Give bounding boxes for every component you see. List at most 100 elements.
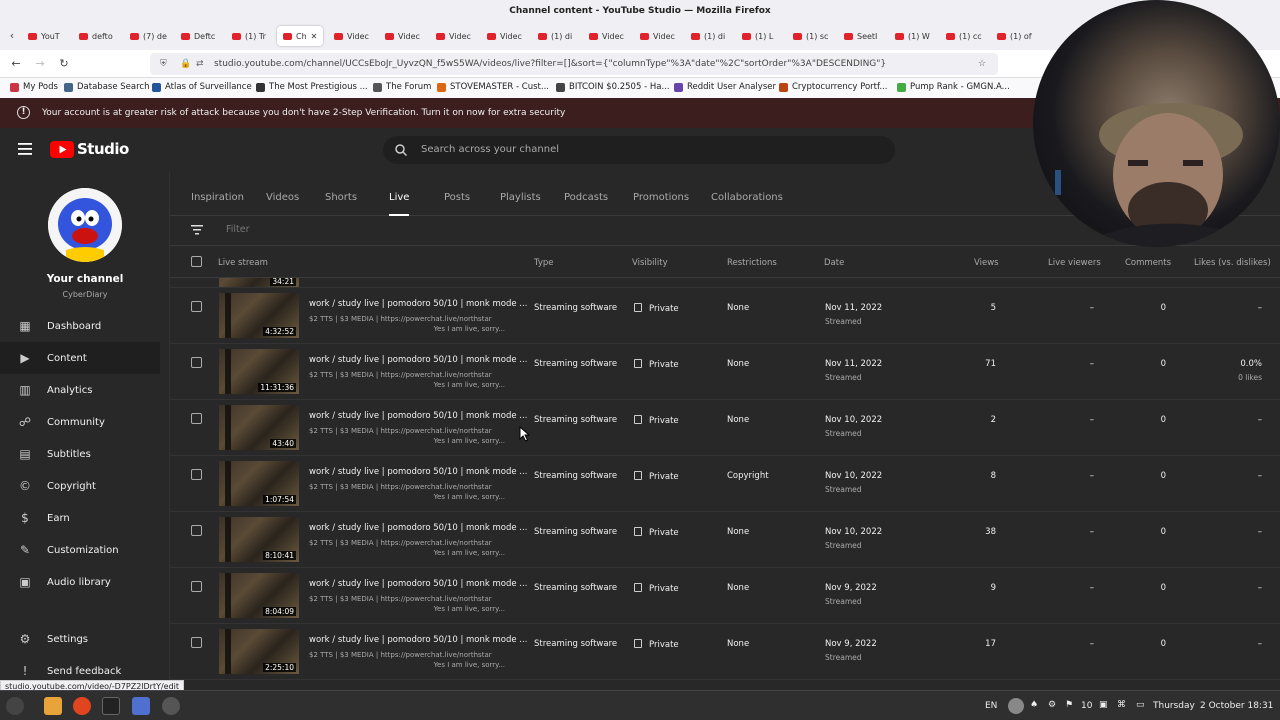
taskbar-clock[interactable]: 2 October 18:31 — [1200, 701, 1273, 711]
table-row[interactable]: 4:32:52 work / study live | pomodoro 50/1… — [170, 288, 1280, 344]
sidebar-item-copyright[interactable]: © Copyright — [0, 470, 160, 502]
col-views[interactable]: Views — [974, 258, 999, 268]
sidebar-item-customization[interactable]: ✎ Customization — [0, 534, 160, 566]
select-all-checkbox[interactable] — [191, 256, 202, 267]
tab-scroll-left-icon[interactable]: ‹ — [6, 30, 18, 42]
sidebar-item-audio-library[interactable]: ▣ Audio library — [0, 566, 160, 598]
bookmark-item[interactable]: Reddit User Analyser — [674, 82, 776, 92]
video-thumbnail[interactable]: 4:32:52 — [219, 293, 299, 338]
sidebar-item-community[interactable]: ☍ Community — [0, 406, 160, 438]
start-menu-icon[interactable] — [6, 697, 24, 715]
notification-icon[interactable]: ♠ — [1030, 700, 1038, 710]
col-type[interactable]: Type — [534, 258, 554, 268]
video-title[interactable]: work / study live | pomodoro 50/10 | mon… — [309, 411, 527, 421]
tray-app-icon[interactable] — [1008, 698, 1024, 714]
video-title[interactable]: work / study live | pomodoro 50/10 | mon… — [309, 467, 527, 477]
tab-playlists[interactable]: Playlists — [500, 172, 541, 216]
col-restrictions[interactable]: Restrictions — [727, 258, 777, 268]
browser-tab[interactable]: Videc — [634, 26, 678, 46]
visibility-cell[interactable]: Private — [634, 583, 679, 594]
table-row[interactable]: 8:04:09 work / study live | pomodoro 50/1… — [170, 568, 1280, 624]
bookmark-item[interactable]: My Pods — [10, 82, 58, 92]
col-comments[interactable]: Comments — [1125, 258, 1171, 268]
close-tab-icon[interactable]: ✕ — [311, 32, 318, 41]
forward-button[interactable]: → — [34, 58, 46, 70]
browser-tab[interactable]: Videc — [328, 26, 372, 46]
bookmark-item[interactable]: The Most Prestigious ... — [256, 82, 368, 92]
tab-live[interactable]: Live — [389, 172, 410, 216]
tab-promotions[interactable]: Promotions — [633, 172, 689, 216]
browser-tab[interactable]: (7) de — [124, 26, 168, 46]
browser-tab[interactable]: (1) sc — [787, 26, 831, 46]
row-checkbox[interactable] — [191, 413, 202, 424]
filter-input[interactable]: Filter — [226, 224, 250, 235]
battery-icon[interactable]: ▭ — [1136, 700, 1145, 710]
video-thumbnail[interactable]: 34:21 — [219, 278, 299, 287]
table-row[interactable]: 8:10:41 work / study live | pomodoro 50/1… — [170, 512, 1280, 568]
row-checkbox[interactable] — [191, 469, 202, 480]
studio-logo[interactable]: Studio — [50, 140, 129, 158]
video-title[interactable]: work / study live | pomodoro 50/10 | mon… — [309, 579, 527, 589]
video-thumbnail[interactable]: 8:10:41 — [219, 517, 299, 562]
visibility-cell[interactable]: Private — [634, 527, 679, 538]
video-title[interactable]: work / study live | pomodoro 50/10 | mon… — [309, 635, 527, 645]
browser-tab[interactable]: (1) L — [736, 26, 780, 46]
bookmark-item[interactable]: Atlas of Surveillance — [152, 82, 252, 92]
browser-tab[interactable]: Videc — [481, 26, 525, 46]
bookmark-item[interactable]: Database Search — [64, 82, 149, 92]
bookmark-star-icon[interactable]: ☆ — [978, 53, 986, 75]
channel-search-input[interactable]: Search across your channel — [383, 136, 895, 164]
bookmark-item[interactable]: Cryptocurrency Portf... — [779, 82, 887, 92]
col-likes[interactable]: Likes (vs. dislikes) — [1194, 258, 1271, 268]
visibility-cell[interactable]: Private — [634, 639, 679, 650]
browser-tab[interactable]: Ch ✕ — [277, 26, 323, 46]
sidebar-item-settings[interactable]: ⚙ Settings — [0, 623, 160, 655]
browser-tab[interactable]: YouT — [22, 26, 66, 46]
channel-avatar[interactable] — [48, 188, 122, 262]
table-row[interactable]: 43:40 work / study live | pomodoro 50/10 … — [170, 400, 1280, 456]
visibility-cell[interactable]: Private — [634, 415, 679, 426]
bookmark-item[interactable]: The Forum — [373, 82, 431, 92]
tab-collaborations[interactable]: Collaborations — [711, 172, 783, 216]
volume-level[interactable]: 10 — [1081, 701, 1092, 711]
network-icon[interactable]: ⌘ — [1117, 700, 1126, 710]
video-title[interactable]: work / study live | pomodoro 50/10 | mon… — [309, 299, 527, 309]
firefox-icon[interactable] — [73, 697, 91, 715]
browser-tab[interactable]: (1) W — [889, 26, 933, 46]
row-checkbox[interactable] — [191, 581, 202, 592]
tab-posts[interactable]: Posts — [444, 172, 470, 216]
obs-icon[interactable] — [162, 697, 180, 715]
browser-tab[interactable]: (1) Tr — [226, 26, 270, 46]
text-editor-icon[interactable] — [132, 697, 150, 715]
tray-settings-icon[interactable]: ⚙ — [1048, 700, 1056, 710]
keyboard-layout[interactable]: EN — [985, 701, 997, 711]
url-bar[interactable]: ⛨ 🔒 ⇄ studio.youtube.com/channel/UCCsEbo… — [150, 53, 998, 75]
files-icon[interactable] — [44, 697, 62, 715]
tab-inspiration[interactable]: Inspiration — [191, 172, 244, 216]
table-row[interactable]: 11:31:36 work / study live | pomodoro 50/… — [170, 344, 1280, 400]
browser-tab[interactable]: (1) of — [991, 26, 1035, 46]
table-row[interactable]: 2:25:10 work / study live | pomodoro 50/1… — [170, 624, 1280, 680]
tab-shorts[interactable]: Shorts — [325, 172, 357, 216]
browser-tab[interactable]: (1) cc — [940, 26, 984, 46]
filter-icon[interactable] — [191, 225, 203, 235]
video-thumbnail[interactable]: 8:04:09 — [219, 573, 299, 618]
tray-update-icon[interactable]: ⚑ — [1065, 700, 1073, 710]
terminal-icon[interactable] — [102, 697, 120, 715]
video-thumbnail[interactable]: 2:25:10 — [219, 629, 299, 674]
col-live-viewers[interactable]: Live viewers — [1048, 258, 1101, 268]
sidebar-item-earn[interactable]: $ Earn — [0, 502, 160, 534]
video-thumbnail[interactable]: 43:40 — [219, 405, 299, 450]
bookmark-item[interactable]: Pump Rank - GMGN.A... — [897, 82, 1010, 92]
video-thumbnail[interactable]: 1:07:54 — [219, 461, 299, 506]
visibility-cell[interactable]: Private — [634, 471, 679, 482]
reload-button[interactable]: ↻ — [58, 58, 70, 70]
video-title[interactable]: work / study live | pomodoro 50/10 | mon… — [309, 523, 527, 533]
table-row[interactable]: 1:07:54 work / study live | pomodoro 50/1… — [170, 456, 1280, 512]
col-visibility[interactable]: Visibility — [632, 258, 668, 268]
browser-tab[interactable]: SeetI — [838, 26, 882, 46]
clipboard-icon[interactable]: ▣ — [1099, 700, 1108, 710]
tab-videos[interactable]: Videos — [266, 172, 299, 216]
sidebar-item-dashboard[interactable]: ▦ Dashboard — [0, 310, 160, 342]
sidebar-item-analytics[interactable]: ▥ Analytics — [0, 374, 160, 406]
